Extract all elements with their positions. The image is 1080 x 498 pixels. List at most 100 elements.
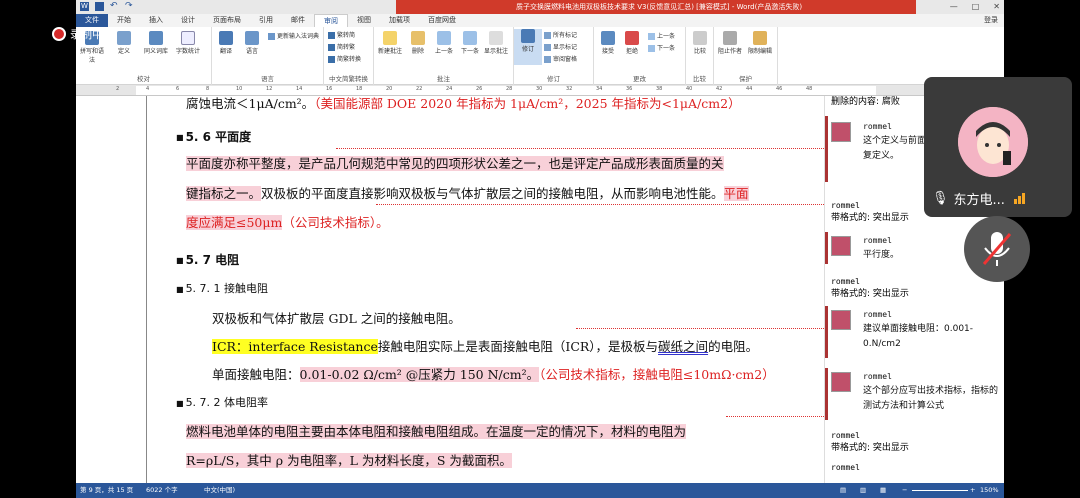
simp-to-trad-button[interactable]: 简转繁 <box>328 42 355 51</box>
group-chinese-conversion: 繁转简 简转繁 简繁转换 中文简繁转换 <box>324 27 374 85</box>
group-title-compare: 比较 <box>693 75 706 83</box>
zoom-in-icon[interactable]: + <box>970 483 975 498</box>
previous-comment-button[interactable]: 上一条 <box>430 31 458 55</box>
language-indicator[interactable]: 中文(中国) <box>204 483 235 498</box>
tab-view[interactable]: 视图 <box>348 14 380 27</box>
mute-microphone-button[interactable] <box>964 216 1030 282</box>
tab-design[interactable]: 设计 <box>172 14 204 27</box>
thesaurus-button[interactable]: 同义词库 <box>142 31 170 55</box>
ruler-number: 42 <box>716 86 723 92</box>
word-count[interactable]: 6022 个字 <box>146 483 178 498</box>
login-link[interactable]: 登录 <box>984 14 998 27</box>
delete-comment-button[interactable]: 删除 <box>404 31 432 55</box>
new-comment-button[interactable]: 新建批注 <box>376 31 404 55</box>
tab-home[interactable]: 开始 <box>108 14 140 27</box>
comment-author: rommel <box>863 122 892 131</box>
tab-page-layout[interactable]: 页面布局 <box>204 14 250 27</box>
format-note-3: rommel 带格式的: 突出显示 <box>831 431 909 453</box>
all-markup-dropdown[interactable]: 所有标记 <box>544 30 577 39</box>
group-comments: 新建批注 删除 上一条 下一条 显示批注 批注 <box>374 27 514 85</box>
reviewing-pane-icon <box>544 56 551 63</box>
comment-bar <box>825 232 828 264</box>
show-comments-button[interactable]: 显示批注 <box>482 31 510 55</box>
trad-to-simp-button[interactable]: 繁转简 <box>328 30 355 39</box>
video-call-card[interactable]: 🎙 东方电... <box>924 77 1072 217</box>
ruler-number: 38 <box>656 86 663 92</box>
comment-4[interactable]: rommel 这个部分应写出技术指标，指标的测试方法和计算公式 <box>831 372 1001 420</box>
next-comment-button[interactable]: 下一条 <box>456 31 484 55</box>
status-bar: 第 9 页，共 15 页 6022 个字 中文(中国) ▤ ▥ ▦ − + 15… <box>76 483 1004 498</box>
comment-5[interactable]: rommel <box>831 462 860 474</box>
tab-references[interactable]: 引用 <box>250 14 282 27</box>
group-title-comments: 批注 <box>437 75 450 83</box>
show-markup-dropdown[interactable]: 显示标记 <box>544 42 577 51</box>
minimize-button[interactable]: — <box>950 2 958 11</box>
deleted-content-note: 删除的内容: 腐败 <box>831 97 900 107</box>
undo-icon[interactable]: ↶ <box>110 2 119 11</box>
zoom-slider[interactable] <box>912 490 968 491</box>
save-icon[interactable] <box>95 2 104 11</box>
print-layout-icon[interactable]: ▥ <box>860 483 866 498</box>
group-title-chinese-conversion: 中文简繁转换 <box>329 75 368 83</box>
heading-5-7-2: ■ 5. 7. 2 体电阻率 <box>176 396 269 409</box>
word-count-button[interactable]: 字数统计 <box>174 31 202 55</box>
group-changes: 接受 拒绝 上一条 下一条 更改 <box>594 27 686 85</box>
quick-access-toolbar: W ↶ ↷ <box>80 2 134 11</box>
block-authors-icon <box>723 31 737 45</box>
tab-insert[interactable]: 插入 <box>140 14 172 27</box>
web-layout-icon[interactable]: ▦ <box>880 483 886 498</box>
restrict-editing-button[interactable]: 限制编辑 <box>746 31 774 55</box>
tab-baidu-netdisk[interactable]: 百度网盘 <box>419 14 465 27</box>
group-protect: 阻止作者 限制编辑 保护 <box>714 27 778 85</box>
bullet-icon: ■ <box>176 256 184 265</box>
block-authors-button[interactable]: 阻止作者 <box>716 31 744 55</box>
close-button[interactable]: ✕ <box>993 2 1000 11</box>
record-dot-icon <box>52 27 66 41</box>
chinese-convert-icon <box>328 56 335 63</box>
markup-icon <box>544 32 551 39</box>
translate-button[interactable]: 翻译 <box>212 31 240 55</box>
ruler-number: 4 <box>146 86 150 92</box>
tab-addins[interactable]: 加载项 <box>380 14 419 27</box>
para-5-6-line1: 平面度亦称平整度，是产品几何规范中常见的四项形状公差之一，也是评定产品成形表面质… <box>186 156 724 171</box>
ruler-number: 40 <box>686 86 693 92</box>
avatar <box>831 236 851 256</box>
show-comments-icon <box>489 31 503 45</box>
ruler-number: 2 <box>116 86 120 92</box>
comment-author: rommel <box>863 372 892 381</box>
ruler-number: 14 <box>296 86 303 92</box>
update-ime-dictionary-button[interactable]: 更新输入法词典 <box>268 31 319 40</box>
simp-to-trad-icon <box>328 44 335 51</box>
recording-indicator[interactable]: 录制中 <box>52 26 103 42</box>
reviewing-pane-dropdown[interactable]: 审阅窗格 <box>544 54 577 63</box>
avatar <box>831 372 851 392</box>
redo-icon[interactable]: ↷ <box>125 2 134 11</box>
previous-change-button[interactable]: 上一条 <box>648 31 675 40</box>
tab-mailings[interactable]: 邮件 <box>282 14 314 27</box>
para-5-7-2-line1: 燃料电池单体的电阻主要由本体电阻和接触电阻组成。在温度一定的情况下，材料的电阻为 <box>186 424 687 439</box>
para-5-6-line3: 度应满足≤50μm（公司技术指标）。 <box>186 215 389 230</box>
next-change-button[interactable]: 下一条 <box>648 43 675 52</box>
language-button[interactable]: 语言 <box>238 31 266 55</box>
page-indicator[interactable]: 第 9 页，共 15 页 <box>80 483 133 498</box>
track-changes-button[interactable]: 修订 <box>514 29 542 65</box>
compare-button[interactable]: 比较 <box>686 31 714 55</box>
restore-button[interactable]: □ <box>972 2 980 11</box>
heading-5-7-1: ■ 5. 7. 1 接触电阻 <box>176 282 269 295</box>
comment-3[interactable]: rommel 建议单面接触电阻：0.001-0.N/cm2 <box>831 310 1001 358</box>
tab-review[interactable]: 审阅 <box>314 14 348 27</box>
title-bar: W ↶ ↷ 质子交换膜燃料电池用双极板技术要求 V3(反馈意见汇总) [兼容模式… <box>76 0 1004 14</box>
define-button[interactable]: 定义 <box>110 31 138 55</box>
format-note-1: rommel 带格式的: 突出显示 <box>831 201 909 223</box>
ribbon-review: 拼写和语法 定义 同义词库 字数统计 校对 翻译 语言 更新输入法词典 语言 繁… <box>76 27 1004 85</box>
read-mode-icon[interactable]: ▤ <box>840 483 846 498</box>
reject-button[interactable]: 拒绝 <box>618 31 646 55</box>
word-count-icon <box>181 31 195 45</box>
thesaurus-icon <box>149 31 163 45</box>
zoom-out-icon[interactable]: − <box>902 483 907 498</box>
update-dictionary-icon <box>268 33 275 40</box>
next-change-icon <box>648 45 655 52</box>
zoom-level[interactable]: 150% <box>980 483 999 498</box>
accept-icon <box>601 31 615 45</box>
chinese-convert-button[interactable]: 简繁转换 <box>328 54 361 63</box>
